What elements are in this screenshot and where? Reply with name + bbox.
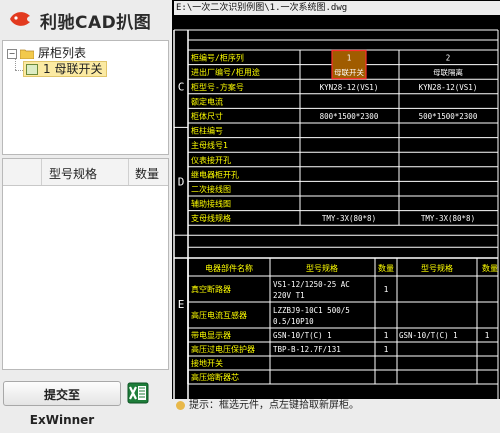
column-header: 数量 (378, 263, 394, 273)
tree-root-label: 屏柜列表 (38, 46, 87, 60)
row-label: 柜型号-方案号 (191, 82, 244, 92)
selected-node[interactable]: 1 母联开关 (23, 61, 108, 77)
component-spec: VS1-12/1250-25 AC (273, 280, 350, 289)
section-letter: E (178, 298, 185, 311)
component-qty: 1 (384, 331, 389, 340)
component-name: 接地开关 (191, 358, 223, 368)
tree-connector (15, 70, 23, 71)
component-spec: 220V T1 (273, 291, 305, 300)
column-header: 型号规格 (306, 263, 338, 273)
cabinet1-value: 1 (347, 54, 352, 63)
component-spec: GSN-10/T(C) 1 (273, 331, 332, 340)
section-letter: D (178, 175, 185, 188)
app-header: 利驰CAD扒图 (0, 0, 170, 40)
app-title: 利驰CAD扒图 (40, 13, 152, 33)
row-label: 仪表接开孔 (191, 155, 231, 165)
cabinet-tree[interactable]: − 屏柜列表 1 母联开关 (2, 40, 169, 155)
column-divider (128, 159, 129, 185)
cabinet2-value: 2 (446, 54, 451, 63)
cabinet2-value: 500*1500*2300 (419, 112, 478, 121)
row-label: 支母线规格 (191, 213, 231, 223)
component-qty: 1 (384, 285, 389, 294)
fish-logo-icon (10, 12, 30, 26)
row-label: 柜柱编号 (191, 126, 223, 136)
component-name: 高压过电压保护器 (191, 344, 255, 354)
component-qty: 1 (485, 331, 490, 340)
collapse-toggle-icon[interactable]: − (7, 48, 17, 59)
component-name: 高压熔断器芯 (191, 372, 239, 382)
tree-root-node[interactable]: − 屏柜列表 (7, 45, 86, 61)
row-label: 主母线号1 (191, 140, 228, 150)
component-name: 真空断路器 (191, 284, 231, 294)
cabinet-node-icon (26, 64, 38, 75)
hint-bar: 提示：框选元件，点左键拾取新屏柜。 (172, 399, 500, 412)
excel-icon[interactable] (127, 382, 149, 404)
row-header-cell (3, 159, 42, 185)
submit-exwinner-button[interactable]: 提交至 ExWinner (3, 381, 121, 427)
component-qty: 1 (384, 345, 389, 354)
cabinet1-value: TMY-3X(80*8) (322, 214, 376, 223)
left-panel: 利驰CAD扒图 − 屏柜列表 1 母联开关 型号规格 数量 提交至 ExWinne… (0, 0, 170, 427)
row-label: 柜体尺寸 (191, 111, 223, 121)
tree-node-cabinet-1[interactable]: 1 母联开关 (23, 61, 108, 77)
component-name: 带电显示器 (191, 330, 231, 340)
component-name: 高压电流互感器 (191, 310, 247, 320)
row-label: 进出厂编号/柜用途 (191, 67, 260, 77)
drawing-file-path: E:\一次二次识别例图\1.一次系统图.dwg (174, 1, 500, 15)
folder-icon (20, 49, 34, 59)
cabinet1-value: 母联开关 (334, 67, 364, 77)
column-header-qty[interactable]: 数量 (135, 165, 159, 182)
column-header: 电器部件名称 (205, 263, 253, 273)
column-header: 数量 (482, 263, 498, 273)
component-spec: LZZBJ9-10C1 500/5 (273, 306, 350, 315)
section-letter: C (178, 81, 185, 94)
cabinet1-value: KYN28-12(VS1) (320, 83, 379, 92)
cad-drawing-view[interactable]: E:\一次二次识别例图\1.一次系统图.dwg C D E 柜编号/柜序列 1 2 进出厂编… (172, 0, 500, 412)
tree-node-label: 1 母联开关 (43, 62, 103, 76)
row-label: 柜编号/柜序列 (191, 53, 244, 63)
cabinet2-value: 母联隔离 (433, 67, 463, 77)
component-spec: TBP-B-12.7F/131 (273, 345, 341, 354)
info-icon (176, 400, 185, 410)
row-label: 继电器柜开孔 (191, 169, 239, 179)
cad-drawing-canvas[interactable]: C D E 柜编号/柜序列 1 2 进出厂编号/柜用途 母联开关 母联隔离柜型号-方案号 KYN2… (172, 16, 500, 399)
hint-text: 提示：框选元件，点左键拾取新屏柜。 (189, 400, 359, 411)
row-label: 二次接线图 (191, 184, 231, 194)
cabinet2-value: KYN28-12(VS1) (419, 83, 478, 92)
column-header-model[interactable]: 型号规格 (49, 165, 97, 182)
component-spec: GSN-10/T(C) 1 (399, 331, 458, 340)
row-label: 额定电流 (191, 96, 223, 106)
column-header: 型号规格 (421, 263, 453, 273)
cabinet1-value: 800*1500*2300 (320, 112, 379, 121)
component-spec: 0.5/10P10 (273, 317, 314, 326)
row-label: 辅助接线图 (191, 199, 231, 209)
cabinet2-value: TMY-3X(80*8) (421, 214, 475, 223)
spec-list-header: 型号规格 数量 (3, 159, 168, 186)
spec-list[interactable]: 型号规格 数量 (2, 158, 169, 370)
